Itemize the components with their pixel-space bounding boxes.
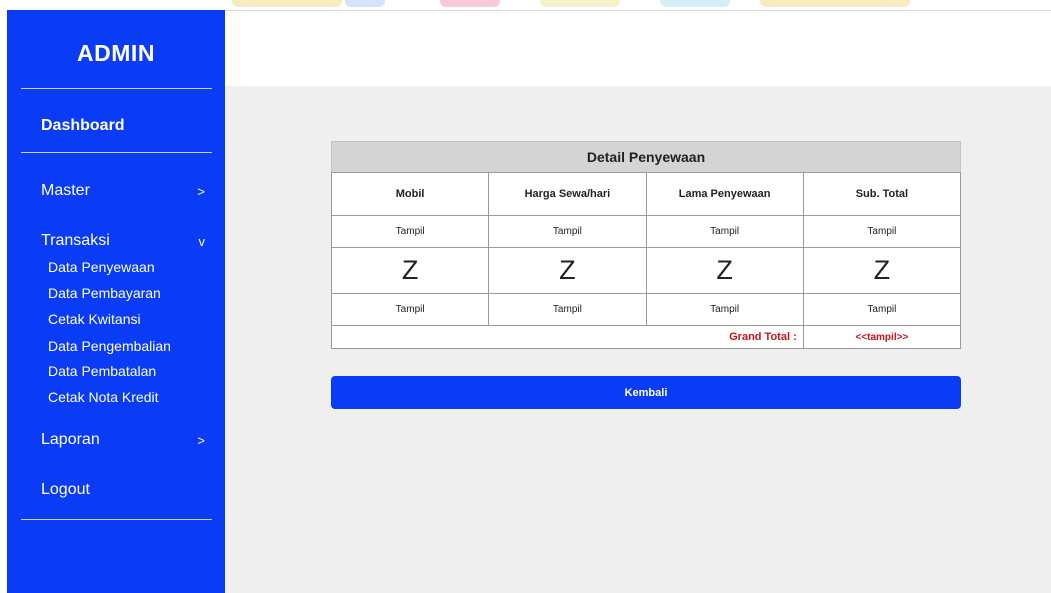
grand-total-value: <<tampil>>	[802, 325, 962, 349]
watermark-shape	[660, 0, 730, 7]
table-cell-repeat-marker: Z	[802, 247, 962, 294]
table-cell-repeat-marker: Z	[330, 247, 490, 294]
sidebar-item-master[interactable]: Master >	[41, 182, 205, 200]
table-cell: Tampil	[802, 293, 962, 326]
sidebar-divider	[21, 88, 212, 89]
grand-total-label: Grand Total :	[331, 325, 804, 349]
table-cell: Tampil	[330, 215, 490, 248]
sidebar-item-laporan[interactable]: Laporan >	[41, 431, 205, 449]
table-row: Tampil Tampil Tampil Tampil	[330, 293, 962, 326]
table-cell-repeat-marker: Z	[645, 247, 804, 294]
sidebar-subitem-cetak-nota-kredit[interactable]: Cetak Nota Kredit	[48, 389, 159, 405]
sidebar-item-label: Laporan	[41, 431, 100, 448]
sidebar-subitem-data-penyewaan[interactable]: Data Penyewaan	[48, 259, 155, 275]
watermark-shape	[760, 0, 910, 7]
table-cell-repeat-marker: Z	[488, 247, 647, 294]
table-row: Tampil Tampil Tampil Tampil	[330, 215, 962, 248]
table-header-row: Mobil Harga Sewa/hari Lama Penyewaan Sub…	[330, 172, 962, 216]
table-cell: Tampil	[645, 293, 804, 326]
watermark-shape	[540, 0, 620, 7]
watermark-shape	[345, 0, 385, 7]
sidebar-divider	[21, 519, 212, 520]
main-content: Detail Penyewaan Mobil Harga Sewa/hari L…	[225, 86, 1051, 593]
sidebar-item-label: Transaksi	[41, 232, 110, 249]
column-header-mobil: Mobil	[330, 172, 490, 216]
sidebar-item-label: Master	[41, 182, 90, 199]
sidebar-divider	[21, 152, 212, 153]
watermark-shape	[232, 0, 342, 7]
column-header-harga: Harga Sewa/hari	[488, 172, 647, 216]
table-cell: Tampil	[488, 293, 647, 326]
table-cell: Tampil	[488, 215, 647, 248]
sidebar-subitem-cetak-kwitansi[interactable]: Cetak Kwitansi	[48, 311, 141, 327]
top-decorative-strip	[0, 0, 1051, 9]
sidebar-item-transaksi[interactable]: Transaksi v	[41, 232, 205, 250]
chevron-right-icon: >	[197, 432, 205, 448]
column-header-subtotal: Sub. Total	[802, 172, 962, 216]
table-cell: Tampil	[802, 215, 962, 248]
brand-title: ADMIN	[77, 40, 155, 66]
sidebar-subitem-data-pembatalan[interactable]: Data Pembatalan	[48, 363, 156, 379]
sidebar-item-dashboard[interactable]: Dashboard	[41, 117, 125, 135]
chevron-down-icon: v	[198, 233, 206, 249]
top-bar	[225, 10, 1051, 86]
grand-total-row: Grand Total : <<tampil>>	[331, 325, 962, 349]
kembali-button[interactable]: Kembali	[331, 376, 961, 409]
table-cell: Tampil	[330, 293, 490, 326]
sidebar-subitem-data-pembayaran[interactable]: Data Pembayaran	[48, 285, 161, 301]
panel-title: Detail Penyewaan	[331, 141, 961, 172]
sidebar-subitem-data-pengembalian[interactable]: Data Pengembalian	[48, 338, 171, 354]
chevron-right-icon: >	[197, 183, 205, 199]
watermark-shape	[440, 0, 500, 7]
sidebar: ADMIN Dashboard Master > Transaksi v Dat…	[7, 10, 225, 593]
table-cell: Tampil	[645, 215, 804, 248]
table-row: Z Z Z Z	[330, 247, 962, 294]
detail-table: Mobil Harga Sewa/hari Lama Penyewaan Sub…	[330, 172, 962, 349]
sidebar-item-logout[interactable]: Logout	[41, 481, 90, 499]
detail-penyewaan-panel: Detail Penyewaan Mobil Harga Sewa/hari L…	[330, 141, 962, 349]
column-header-lama: Lama Penyewaan	[645, 172, 804, 216]
